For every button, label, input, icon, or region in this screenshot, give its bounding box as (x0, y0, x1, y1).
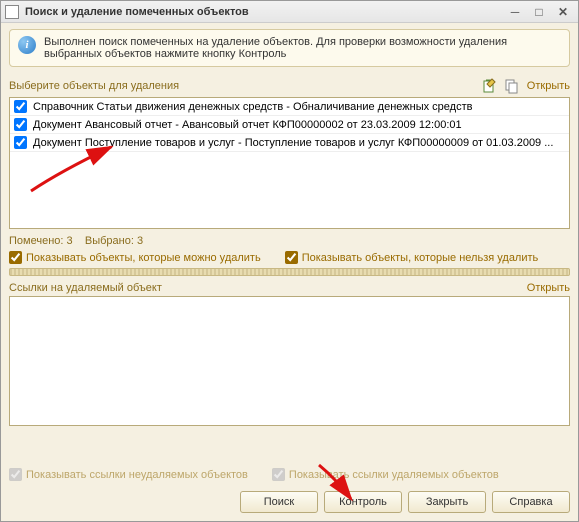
list-item[interactable]: Справочник Статьи движения денежных сред… (10, 98, 569, 116)
selected-label: Выбрано: (85, 235, 134, 247)
selected-count: 3 (137, 235, 143, 247)
refs-label: Ссылки на удаляемый объект (9, 282, 162, 294)
minimize-button[interactable]: ─ (504, 4, 526, 20)
splitter[interactable] (9, 268, 570, 276)
marked-count: 3 (67, 235, 73, 247)
info-icon: i (18, 36, 36, 54)
window-title: Поиск и удаление помеченных объектов (25, 6, 502, 18)
show-cannot-delete-checkbox[interactable]: Показывать объекты, которые нельзя удали… (285, 251, 539, 264)
close-window-button[interactable]: ✕ (552, 4, 574, 20)
edit-icon[interactable] (481, 77, 499, 95)
list-item-text: Справочник Статьи движения денежных сред… (33, 101, 472, 113)
list-item[interactable]: Документ Поступление товаров и услуг - П… (10, 134, 569, 152)
status-row: Помечено: 3 Выбрано: 3 (9, 235, 570, 247)
show-undeletable-refs-checkbox[interactable]: Показывать ссылки неудаляемых объектов (9, 468, 248, 481)
show-can-delete-checkbox[interactable]: Показывать объекты, которые можно удалит… (9, 251, 261, 264)
show-cannot-delete-label: Показывать объекты, которые нельзя удали… (302, 252, 539, 264)
selection-header: Выберите объекты для удаления Открыть (9, 77, 570, 95)
list-item-text: Документ Поступление товаров и услуг - П… (33, 137, 553, 149)
show-deletable-refs-label: Показывать ссылки удаляемых объектов (289, 469, 499, 481)
list-checkbox[interactable] (14, 136, 27, 149)
control-button[interactable]: Контроль (324, 491, 402, 513)
open-refs-link[interactable]: Открыть (527, 282, 570, 294)
info-text: Выполнен поиск помеченных на удаление об… (44, 36, 561, 60)
selection-label: Выберите объекты для удаления (9, 80, 179, 92)
refs-list[interactable] (9, 296, 570, 426)
object-list[interactable]: Справочник Статьи движения денежных сред… (9, 97, 570, 229)
list-item[interactable]: Документ Авансовый отчет - Авансовый отч… (10, 116, 569, 134)
marked-label: Помечено: (9, 235, 63, 247)
show-undeletable-refs-label: Показывать ссылки неудаляемых объектов (26, 469, 248, 481)
copy-icon[interactable] (503, 77, 521, 95)
show-deletable-refs-checkbox[interactable]: Показывать ссылки удаляемых объектов (272, 468, 499, 481)
help-button[interactable]: Справка (492, 491, 570, 513)
top-filters: Показывать объекты, которые можно удалит… (9, 251, 570, 264)
list-checkbox[interactable] (14, 100, 27, 113)
document-icon (5, 5, 19, 19)
bottom-filters: Показывать ссылки неудаляемых объектов П… (9, 468, 570, 481)
show-can-delete-label: Показывать объекты, которые можно удалит… (26, 252, 261, 264)
close-button[interactable]: Закрыть (408, 491, 486, 513)
refs-header: Ссылки на удаляемый объект Открыть (9, 282, 570, 294)
button-bar: Поиск Контроль Закрыть Справка (1, 485, 578, 521)
search-button[interactable]: Поиск (240, 491, 318, 513)
open-selection-link[interactable]: Открыть (527, 80, 570, 92)
list-item-text: Документ Авансовый отчет - Авансовый отч… (33, 119, 462, 131)
maximize-button[interactable]: □ (528, 4, 550, 20)
info-panel: i Выполнен поиск помеченных на удаление … (9, 29, 570, 67)
titlebar: Поиск и удаление помеченных объектов ─ □… (1, 1, 578, 23)
list-checkbox[interactable] (14, 118, 27, 131)
